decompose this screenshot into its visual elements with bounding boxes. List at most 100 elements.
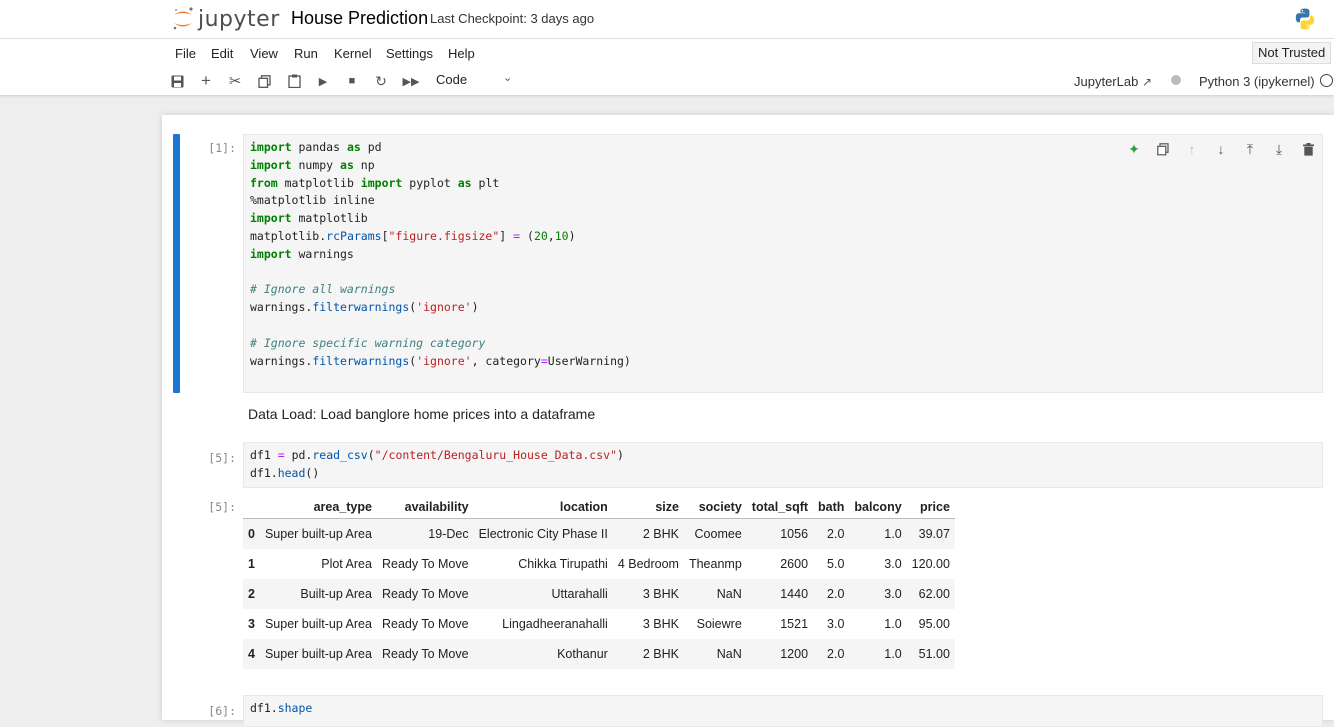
menu-view[interactable]: View: [250, 46, 278, 61]
trust-status-button[interactable]: Not Trusted: [1252, 42, 1332, 64]
active-cell-indicator: [173, 134, 180, 393]
table-cell: NaN: [716, 647, 742, 661]
menu-edit[interactable]: Edit: [211, 46, 233, 61]
table-cell: 19-Dec: [428, 527, 469, 541]
menu-run[interactable]: Run: [294, 46, 318, 61]
paste-icon[interactable]: [286, 73, 302, 89]
row-index: 1: [248, 557, 255, 571]
run-icon[interactable]: ▶: [315, 73, 331, 89]
table-cell: 1440: [780, 587, 809, 601]
table-cell: Ready To Move: [381, 647, 469, 661]
cell-5-prompt: [5]:: [208, 451, 236, 465]
table-cell: 2 BHK: [642, 647, 679, 661]
jupyter-logo-text: jupyter: [198, 6, 280, 32]
kernel-settings-icon[interactable]: [1171, 75, 1181, 85]
cell-1-code[interactable]: import pandas as pd import numpy as np f…: [243, 134, 1323, 393]
cell-type-select[interactable]: Code ⌄: [436, 72, 516, 87]
row-index: 0: [248, 527, 255, 541]
move-down-icon[interactable]: ↓: [1211, 140, 1231, 158]
table-row: 2 Built-up Area Ready To Move Uttarahall…: [243, 579, 955, 609]
menu-bar: File Edit View Run Kernel Settings Help …: [0, 38, 1334, 68]
cell-5-code[interactable]: df1 = pd.read_csv("/content/Bengaluru_Ho…: [243, 442, 1323, 488]
chevron-down-icon: ⌄: [503, 72, 513, 84]
table-cell: 95.00: [918, 617, 950, 631]
table-row: 4 Super built-up Area Ready To Move Koth…: [243, 639, 955, 669]
jupyterlab-link-label: JupyterLab: [1074, 74, 1139, 89]
insert-above-icon[interactable]: ⤒: [1240, 140, 1260, 158]
column-header: bath: [818, 500, 845, 514]
save-icon[interactable]: [169, 73, 185, 89]
table-cell: 2.0: [827, 527, 845, 541]
notebook-toolbar: + ✂ ▶ ■ ↻ ▶▶ Code ⌄ JupyterLab ↗ Python …: [0, 67, 1334, 96]
menu-kernel[interactable]: Kernel: [334, 46, 372, 61]
table-cell: Soiewre: [696, 617, 742, 631]
table-cell: Coomee: [694, 527, 742, 541]
column-header: society: [698, 500, 742, 514]
table-cell: Super built-up Area: [264, 617, 372, 631]
table-cell: 2 BHK: [642, 527, 679, 541]
table-cell: 39.07: [918, 527, 950, 541]
cell-1-prompt: [1]:: [208, 141, 236, 155]
table-cell: 2.0: [827, 587, 845, 601]
table-cell: Theanmp: [688, 557, 742, 571]
cell-1-source: import pandas as pd import numpy as np f…: [250, 140, 631, 368]
table-cell: 1.0: [884, 647, 902, 661]
table-cell: 1.0: [884, 617, 902, 631]
cut-icon[interactable]: ✂: [227, 73, 243, 90]
table-cell: 1.0: [884, 527, 902, 541]
column-header: area_type: [313, 500, 372, 514]
copy-icon[interactable]: [256, 73, 272, 89]
cell-1-line: import: [250, 140, 292, 154]
table-cell: Electronic City Phase II: [478, 527, 608, 541]
menu-settings[interactable]: Settings: [386, 46, 433, 61]
column-header: size: [655, 500, 679, 514]
column-header-index: [243, 496, 260, 519]
table-cell: 5.0: [827, 557, 845, 571]
stop-icon[interactable]: ■: [344, 73, 360, 89]
duplicate-cell-icon[interactable]: [1153, 140, 1173, 158]
table-cell: Super built-up Area: [264, 527, 372, 541]
table-cell: 62.00: [918, 587, 950, 601]
table-cell: Ready To Move: [381, 587, 469, 601]
table-cell: Ready To Move: [381, 617, 469, 631]
restart-icon[interactable]: ↻: [373, 73, 389, 89]
insert-below-icon[interactable]: ⤓: [1269, 140, 1289, 158]
row-index: 4: [248, 647, 255, 661]
cell-toolbar: ✦ ↑ ↓ ⤒ ⤓: [1124, 140, 1327, 158]
row-index: 2: [248, 587, 255, 601]
column-header: balcony: [854, 500, 902, 514]
table-header-row: area_type availability location size soc…: [243, 496, 955, 519]
markdown-cell-text[interactable]: Data Load: Load banglore home prices int…: [248, 406, 595, 422]
table-cell: Plot Area: [321, 557, 372, 571]
cell-6-code[interactable]: df1.shape: [243, 695, 1323, 727]
jupyterlab-link[interactable]: JupyterLab ↗: [1074, 74, 1152, 89]
jupyter-logo[interactable]: jupyter: [172, 4, 280, 34]
table-cell: 2.0: [827, 647, 845, 661]
table-cell: 4 Bedroom: [617, 557, 679, 571]
table-cell: 3.0: [884, 557, 902, 571]
top-bar: jupyter House Prediction Last Checkpoint…: [0, 0, 1334, 38]
move-up-icon[interactable]: ↑: [1182, 140, 1202, 158]
column-header: total_sqft: [751, 500, 809, 514]
table-row: 1 Plot Area Ready To Move Chikka Tirupat…: [243, 549, 955, 579]
kernel-status-icon: [1320, 74, 1333, 87]
table-cell: 1200: [780, 647, 809, 661]
column-header: location: [559, 500, 608, 514]
sparkle-icon[interactable]: ✦: [1124, 140, 1144, 158]
add-cell-icon[interactable]: +: [198, 71, 214, 90]
delete-cell-icon[interactable]: [1298, 140, 1318, 158]
notebook-title[interactable]: House Prediction: [291, 8, 428, 29]
menu-file[interactable]: File: [175, 46, 196, 61]
table-cell: 3 BHK: [642, 587, 679, 601]
menu-help[interactable]: Help: [448, 46, 475, 61]
row-index: 3: [248, 617, 255, 631]
table-cell: Uttarahalli: [551, 587, 608, 601]
table-cell: 1521: [780, 617, 809, 631]
table-cell: Ready To Move: [381, 557, 469, 571]
cell-5-output-prompt: [5]:: [208, 500, 236, 514]
cell-5-source: df1 = pd.read_csv("/content/Bengaluru_Ho…: [250, 448, 624, 480]
table-cell: Chikka Tirupathi: [518, 557, 608, 571]
fast-forward-icon[interactable]: ▶▶: [403, 73, 420, 89]
table-cell: 3.0: [827, 617, 845, 631]
kernel-name[interactable]: Python 3 (ipykernel): [1199, 74, 1315, 89]
